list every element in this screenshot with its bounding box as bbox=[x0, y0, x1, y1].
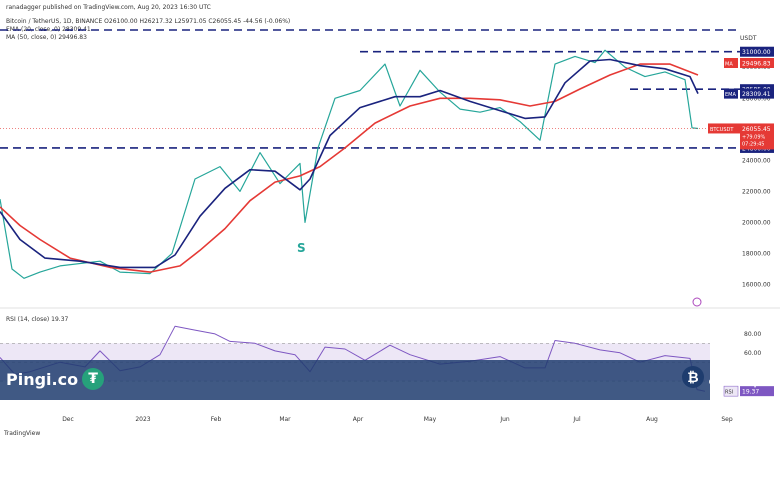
series-tag: MA bbox=[725, 62, 733, 68]
price-line bbox=[0, 49, 699, 279]
x-tick-label: Jul bbox=[572, 416, 581, 423]
x-tick-label: Aug bbox=[646, 416, 658, 423]
series-value-label: 29496.83 bbox=[742, 61, 771, 68]
y-tick-label: 18000.00 bbox=[742, 250, 771, 257]
symbol-tag: BTCUSDT bbox=[710, 127, 734, 133]
chart-annotation: S bbox=[297, 241, 306, 255]
x-tick-label: Feb bbox=[211, 416, 222, 423]
bitcoin-icon: ₿ bbox=[682, 366, 704, 388]
x-tick-label: Apr bbox=[353, 416, 364, 423]
tether-icon: ₮ bbox=[82, 368, 105, 390]
y-tick-label: 24000.00 bbox=[742, 157, 771, 164]
rsi-tick-label: 80.00 bbox=[744, 331, 761, 338]
brand-banner bbox=[0, 360, 710, 400]
rsi-title: RSI (14, close) 19.37 bbox=[6, 316, 69, 323]
y-tick-label: 16000.00 bbox=[742, 281, 771, 288]
rsi-tick-label: 60.00 bbox=[744, 350, 761, 357]
price-value: 26055.45 bbox=[742, 126, 771, 133]
x-tick-label: Jun bbox=[499, 416, 510, 423]
y-tick-label: 20000.00 bbox=[742, 219, 771, 226]
x-tick-label: Mar bbox=[279, 416, 291, 423]
rsi-value-label: 19.37 bbox=[742, 389, 759, 396]
x-tick-label: Dec bbox=[62, 416, 74, 423]
x-tick-label: May bbox=[424, 416, 437, 423]
btc-chart: USDT 16000.00 18000.00 20000.00 22000.00 2400… bbox=[0, 29, 780, 430]
ema-line bbox=[0, 58, 699, 269]
alert-icon bbox=[692, 297, 702, 307]
tradingview-logo: TradingView bbox=[4, 430, 41, 437]
pingi-logo-right: ₿ پینگی bbox=[682, 366, 758, 388]
pingi-text: Pingi.co bbox=[6, 369, 79, 389]
price-time: 07:29:45 bbox=[742, 141, 764, 147]
series-value-label: 28309.41 bbox=[742, 91, 771, 98]
pingi-logo-left: Pingi.co ₮ bbox=[6, 368, 105, 390]
x-tick-label: Sep bbox=[721, 416, 733, 423]
price-change: +79.09% bbox=[742, 134, 766, 140]
y-tick-label: 22000.00 bbox=[742, 188, 771, 195]
rsi-tag: RSI bbox=[725, 390, 733, 396]
level-label: 31000.00 bbox=[742, 49, 771, 56]
ma-line bbox=[0, 63, 699, 273]
x-tick-label: 2023 bbox=[135, 416, 150, 423]
series-tag: EMA bbox=[725, 92, 736, 98]
pingi-text-fa: پینگی bbox=[708, 366, 759, 388]
currency-label: USDT bbox=[740, 35, 757, 42]
